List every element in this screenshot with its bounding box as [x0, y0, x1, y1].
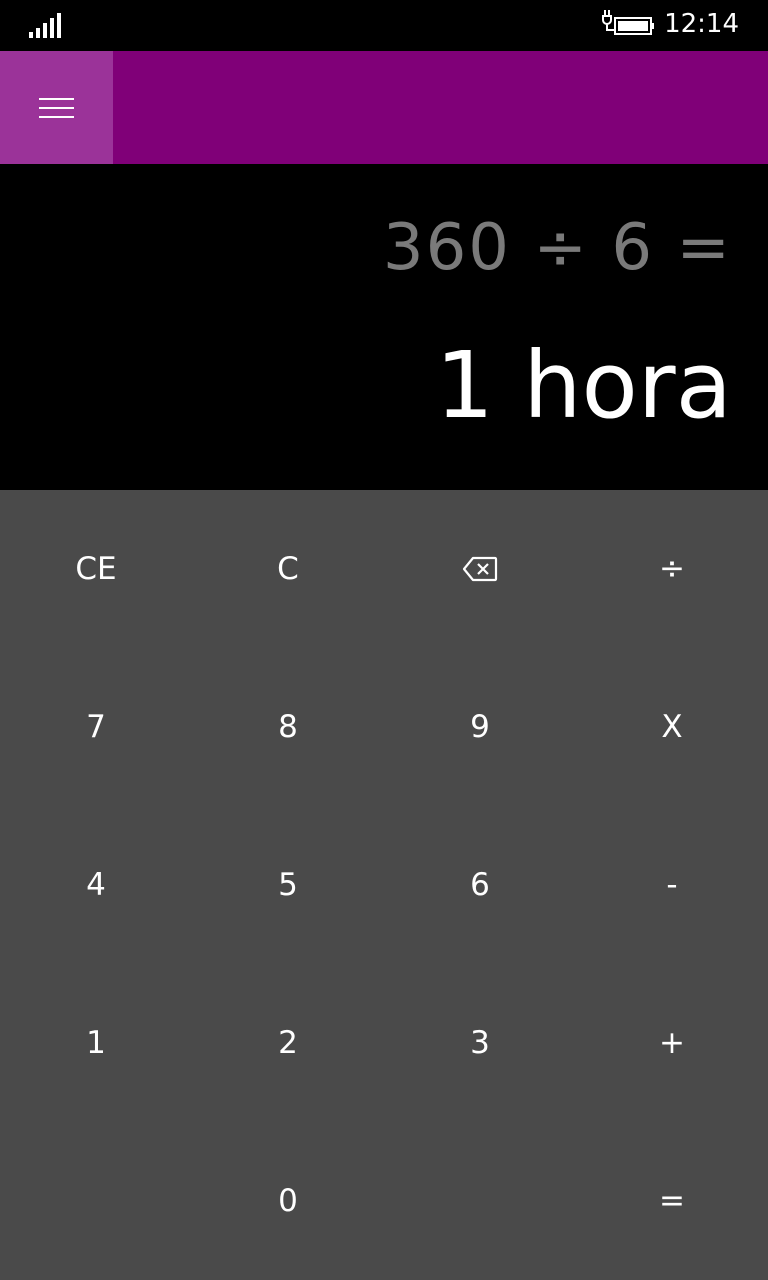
calculator-display: 360 ÷ 6 = 1 hora	[0, 164, 768, 490]
multiply-button[interactable]: X	[576, 648, 768, 806]
divide-button[interactable]: ÷	[576, 490, 768, 648]
empty-key	[384, 1122, 576, 1280]
status-clock: 12:14	[664, 9, 739, 39]
battery-charging-icon	[602, 10, 654, 35]
status-bar: 12:14	[0, 0, 768, 51]
calculator-screen: 12:14 360 ÷ 6 = 1 hora CE C ÷ 7 8 9 X 4	[0, 0, 768, 1280]
digit-6-button[interactable]: 6	[384, 806, 576, 964]
keypad: CE C ÷ 7 8 9 X 4 5 6 - 1 2 3 + 0 =	[0, 490, 768, 1280]
hamburger-menu-icon	[39, 98, 74, 118]
digit-0-button[interactable]: 0	[192, 1122, 384, 1280]
result-text: 1 hora	[435, 332, 732, 439]
empty-key	[0, 1122, 192, 1280]
digit-5-button[interactable]: 5	[192, 806, 384, 964]
digit-1-button[interactable]: 1	[0, 964, 192, 1122]
signal-strength-icon	[29, 13, 61, 38]
title-bar	[113, 51, 768, 164]
digit-8-button[interactable]: 8	[192, 648, 384, 806]
digit-4-button[interactable]: 4	[0, 806, 192, 964]
subtract-button[interactable]: -	[576, 806, 768, 964]
expression-text: 360 ÷ 6 =	[382, 211, 732, 285]
clear-button[interactable]: C	[192, 490, 384, 648]
digit-9-button[interactable]: 9	[384, 648, 576, 806]
digit-7-button[interactable]: 7	[0, 648, 192, 806]
equals-button[interactable]: =	[576, 1122, 768, 1280]
digit-2-button[interactable]: 2	[192, 964, 384, 1122]
digit-3-button[interactable]: 3	[384, 964, 576, 1122]
backspace-icon	[462, 556, 498, 582]
menu-button[interactable]	[0, 51, 113, 164]
app-header	[0, 51, 768, 164]
add-button[interactable]: +	[576, 964, 768, 1122]
backspace-button[interactable]	[384, 490, 576, 648]
clear-entry-button[interactable]: CE	[0, 490, 192, 648]
